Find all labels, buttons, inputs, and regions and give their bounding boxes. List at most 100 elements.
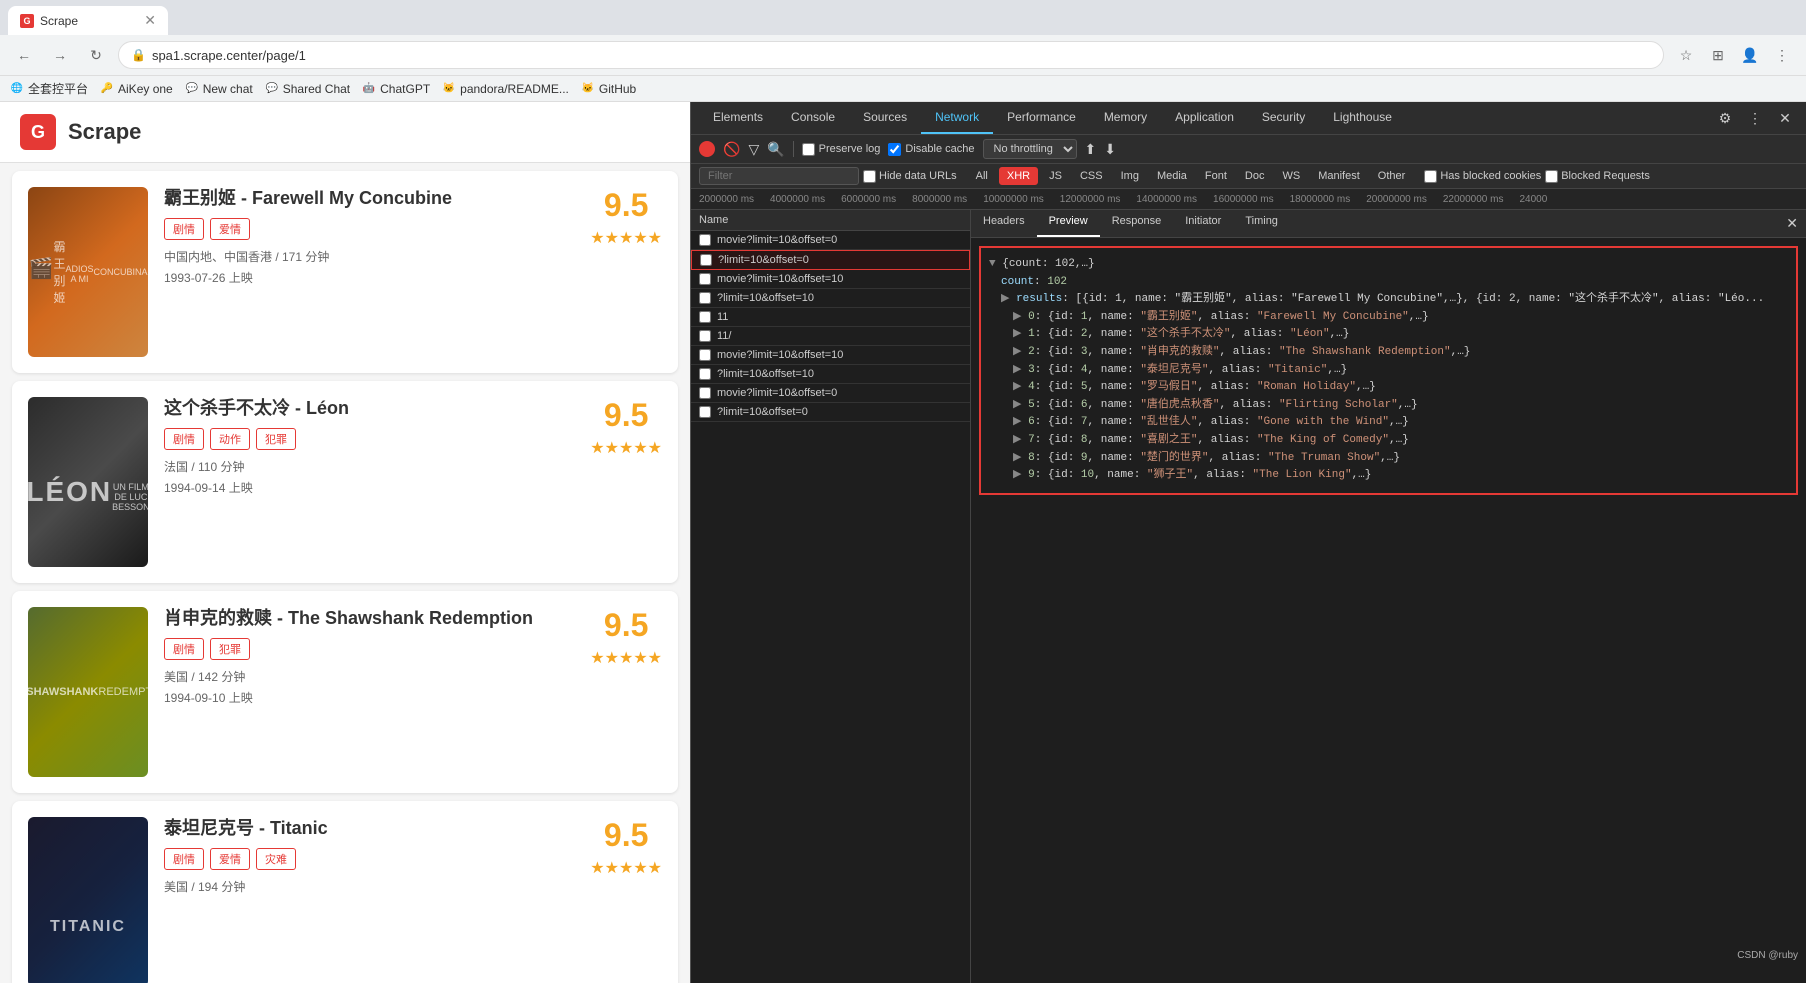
filter-type-img[interactable]: Img (1114, 167, 1146, 185)
active-tab[interactable]: G Scrape ✕ (8, 6, 168, 35)
preserve-log-checkbox[interactable]: Preserve log (802, 143, 881, 156)
devtools-tab-application[interactable]: Application (1161, 102, 1248, 134)
filter-type-js[interactable]: JS (1042, 167, 1069, 185)
detail-tab-initiator[interactable]: Initiator (1173, 210, 1233, 237)
preserve-log-input[interactable] (802, 143, 815, 156)
movie-card-4[interactable]: TITANIC 泰坦尼克号 - Titanic 剧情 爱情 灾难 美国 / 19… (12, 801, 678, 983)
request-checkbox-1[interactable] (699, 234, 711, 246)
request-item-7[interactable]: movie?limit=10&offset=10 (691, 346, 970, 365)
bookmark-aikey[interactable]: 🔑 AiKey one (100, 82, 173, 96)
movie-card-3[interactable]: THE SHAWSHANK REDEMPTION 肖申克的救赎 - The Sh… (12, 591, 678, 793)
devtools-tab-sources[interactable]: Sources (849, 102, 921, 134)
detail-close-btn[interactable]: ✕ (1778, 210, 1806, 237)
request-item-1[interactable]: movie?limit=10&offset=0 (691, 231, 970, 250)
json-results-expand[interactable]: ▶ (1001, 293, 1009, 305)
address-bar[interactable]: 🔒 spa1.scrape.center/page/1 (118, 41, 1664, 69)
bookmark-sharedchat[interactable]: 💬 Shared Chat (265, 82, 350, 96)
profile-btn[interactable]: 👤 (1736, 41, 1764, 69)
filter-toggle-btn[interactable]: ▽ (748, 141, 759, 158)
filter-type-other[interactable]: Other (1371, 167, 1413, 185)
detail-tab-preview[interactable]: Preview (1037, 210, 1100, 237)
devtools-tab-lighthouse[interactable]: Lighthouse (1319, 102, 1406, 134)
request-checkbox-9[interactable] (699, 387, 711, 399)
json-item-0-expand[interactable]: ▶ (1013, 311, 1021, 323)
request-item-8[interactable]: ?limit=10&offset=10 (691, 365, 970, 384)
reload-btn[interactable]: ↻ (82, 41, 110, 69)
tab-close-btn[interactable]: ✕ (144, 12, 156, 29)
search-network-btn[interactable]: 🔍 (767, 141, 784, 158)
json-item-4-expand[interactable]: ▶ (1013, 381, 1021, 393)
filter-type-doc[interactable]: Doc (1238, 167, 1272, 185)
import-har-btn[interactable]: ⬆ (1085, 141, 1097, 158)
request-checkbox-8[interactable] (699, 368, 711, 380)
forward-btn[interactable]: → (46, 41, 74, 69)
back-btn[interactable]: ← (10, 41, 38, 69)
json-item-1-expand[interactable]: ▶ (1013, 328, 1021, 340)
filter-type-media[interactable]: Media (1150, 167, 1194, 185)
extensions-btn[interactable]: ⊞ (1704, 41, 1732, 69)
blocked-requests-checkbox[interactable]: Blocked Requests (1545, 167, 1650, 185)
record-btn[interactable] (699, 141, 715, 157)
devtools-more-btn[interactable]: ⋮ (1742, 105, 1768, 131)
devtools-tab-security[interactable]: Security (1248, 102, 1319, 134)
bookmark-platform[interactable]: 🌐 全套控平台 (10, 80, 88, 97)
filter-input[interactable] (699, 167, 859, 185)
request-checkbox-2[interactable] (700, 254, 712, 266)
json-item-6-expand[interactable]: ▶ (1013, 416, 1021, 428)
json-item-8-expand[interactable]: ▶ (1013, 452, 1021, 464)
detail-tab-timing[interactable]: Timing (1233, 210, 1290, 237)
request-checkbox-4[interactable] (699, 292, 711, 304)
hide-data-urls-checkbox[interactable]: Hide data URLs (863, 170, 957, 183)
json-item-5-expand[interactable]: ▶ (1013, 399, 1021, 411)
bookmark-pandora[interactable]: 🐱 pandora/README... (442, 82, 569, 96)
request-checkbox-7[interactable] (699, 349, 711, 361)
filter-type-all[interactable]: All (969, 167, 995, 185)
json-item-3-expand[interactable]: ▶ (1013, 364, 1021, 376)
movie-card-1[interactable]: 🎬 霸王别姬 ADIOS A MI CONCUBINA 霸王别姬 - Farew… (12, 171, 678, 373)
request-item-4[interactable]: ?limit=10&offset=10 (691, 289, 970, 308)
request-item-10[interactable]: ?limit=10&offset=0 (691, 403, 970, 422)
request-item-2[interactable]: ?limit=10&offset=0 (691, 250, 970, 270)
disable-cache-checkbox[interactable]: Disable cache (888, 143, 974, 156)
hide-data-urls-input[interactable] (863, 170, 876, 183)
filter-type-css[interactable]: CSS (1073, 167, 1110, 185)
json-item-7-expand[interactable]: ▶ (1013, 434, 1021, 446)
request-checkbox-10[interactable] (699, 406, 711, 418)
bookmark-github[interactable]: 🐱 GitHub (581, 82, 636, 96)
throttle-select[interactable]: No throttling Fast 4G Slow 4G (983, 139, 1077, 159)
blocked-requests-input[interactable] (1545, 170, 1558, 183)
json-root-expand[interactable]: ▼ (989, 258, 996, 270)
request-item-9[interactable]: movie?limit=10&offset=0 (691, 384, 970, 403)
filter-type-ws[interactable]: WS (1275, 167, 1307, 185)
movie-card-2[interactable]: LÉON UN FILM DE LUC BESSON 这个杀手不太冷 - Léo… (12, 381, 678, 583)
export-har-btn[interactable]: ⬇ (1104, 141, 1116, 158)
filter-type-font[interactable]: Font (1198, 167, 1234, 185)
has-blocked-cookies-input[interactable] (1424, 170, 1437, 183)
menu-btn[interactable]: ⋮ (1768, 41, 1796, 69)
request-item-5[interactable]: 11 (691, 308, 970, 327)
filter-type-manifest[interactable]: Manifest (1311, 167, 1367, 185)
request-checkbox-5[interactable] (699, 311, 711, 323)
json-item-2-expand[interactable]: ▶ (1013, 346, 1021, 358)
devtools-settings-btn[interactable]: ⚙ (1712, 105, 1738, 131)
request-checkbox-6[interactable] (699, 330, 711, 342)
json-item-9-expand[interactable]: ▶ (1013, 469, 1021, 481)
devtools-tab-elements[interactable]: Elements (699, 102, 777, 134)
devtools-tab-network[interactable]: Network (921, 102, 993, 134)
detail-tab-response[interactable]: Response (1100, 210, 1174, 237)
has-blocked-cookies-checkbox[interactable]: Has blocked cookies (1424, 167, 1541, 185)
request-checkbox-3[interactable] (699, 273, 711, 285)
request-item-3[interactable]: movie?limit=10&offset=10 (691, 270, 970, 289)
bookmark-newchat[interactable]: 💬 New chat (185, 82, 253, 96)
bookmark-star-btn[interactable]: ☆ (1672, 41, 1700, 69)
bookmark-chatgpt[interactable]: 🤖 ChatGPT (362, 82, 430, 96)
devtools-tab-console[interactable]: Console (777, 102, 849, 134)
detail-tab-headers[interactable]: Headers (971, 210, 1037, 237)
devtools-close-btn[interactable]: ✕ (1772, 105, 1798, 131)
clear-btn[interactable]: 🚫 (723, 141, 740, 158)
filter-type-xhr[interactable]: XHR (999, 167, 1038, 185)
devtools-tab-performance[interactable]: Performance (993, 102, 1090, 134)
disable-cache-input[interactable] (888, 143, 901, 156)
request-item-6[interactable]: 11/ (691, 327, 970, 346)
devtools-tab-memory[interactable]: Memory (1090, 102, 1161, 134)
